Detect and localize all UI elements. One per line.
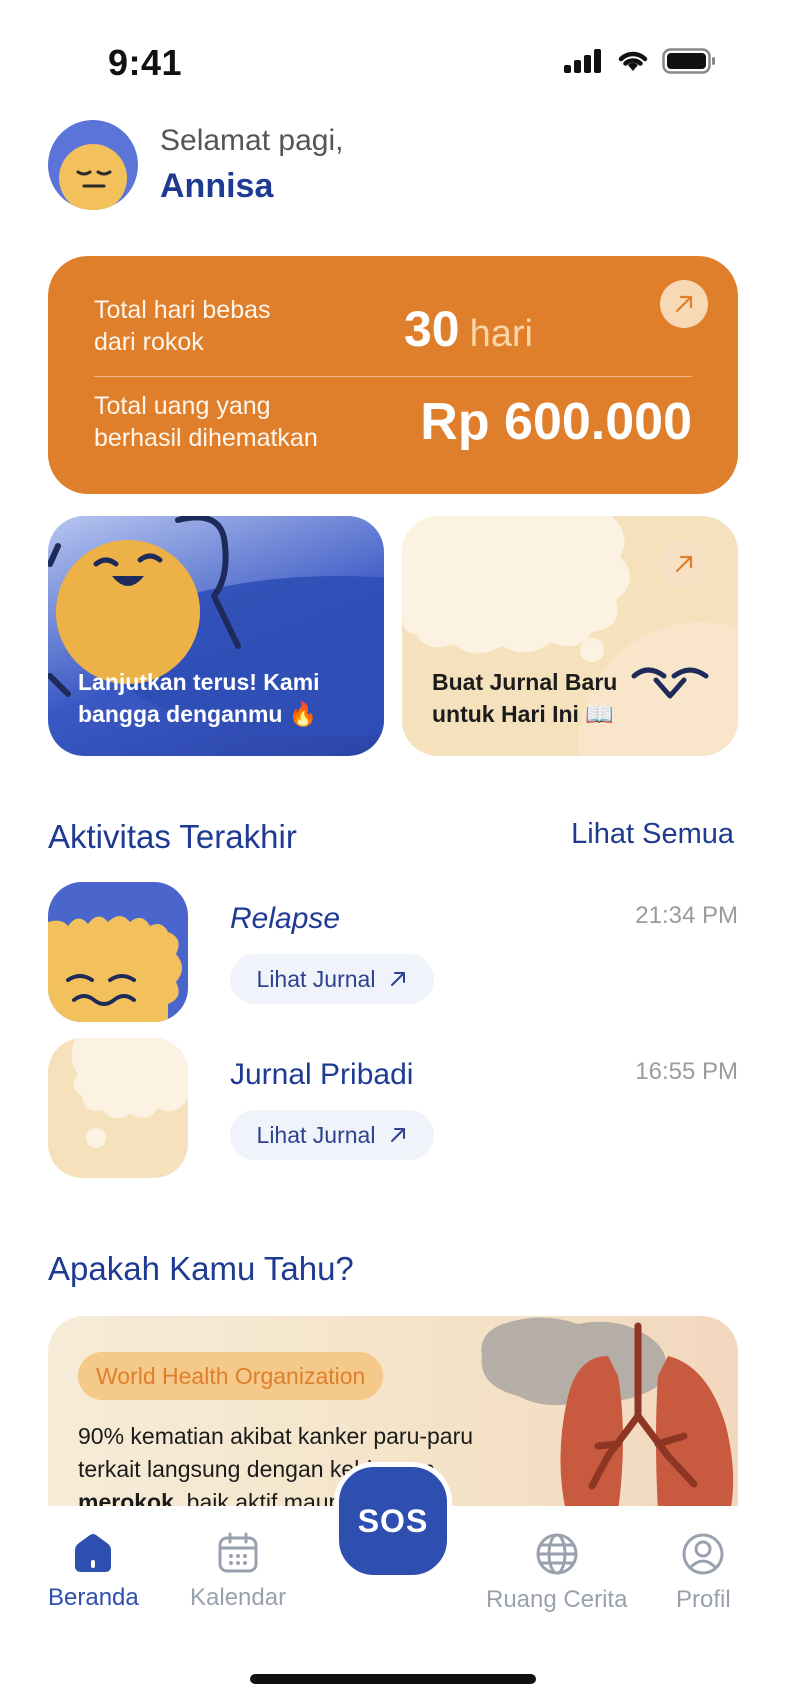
globe-icon bbox=[536, 1533, 578, 1575]
tab-kalendar[interactable]: Kalendar bbox=[190, 1532, 286, 1612]
activity-title: Jurnal Pribadi bbox=[230, 1058, 414, 1091]
status-time: 9:41 bbox=[108, 42, 183, 83]
fact-text: 90% kematian akibat kanker paru-paru ter… bbox=[78, 1420, 548, 1512]
activity-time: 21:34 PM bbox=[635, 902, 738, 929]
money-value: Rp 600.000 bbox=[420, 393, 692, 451]
signal-icon bbox=[564, 49, 601, 73]
motivation-text: Lanjutkan terus! Kami bangga denganmu 🔥 bbox=[78, 669, 320, 727]
days-value-group: 30 hari bbox=[404, 300, 533, 358]
new-journal-text: Buat Jurnal Baru untuk Hari Ini 📖 bbox=[432, 669, 618, 727]
home-icon bbox=[75, 1534, 112, 1572]
sad-face-icon bbox=[48, 916, 182, 1022]
sos-button[interactable]: SOS bbox=[334, 1462, 452, 1580]
arrow-up-right-icon bbox=[675, 555, 693, 573]
user-name: Annisa bbox=[160, 167, 274, 205]
relapse-thumbnail bbox=[48, 882, 188, 1022]
tab-ruang-cerita[interactable]: Ruang Cerita bbox=[486, 1532, 627, 1614]
days-unit: hari bbox=[469, 313, 533, 355]
avatar[interactable] bbox=[48, 120, 138, 210]
home-indicator bbox=[250, 1674, 536, 1684]
days-value: 30 bbox=[404, 301, 460, 357]
avatar-face-icon bbox=[59, 144, 127, 210]
money-label: Total uang yang berhasil dihematkan bbox=[94, 392, 318, 452]
view-journal-button[interactable]: Lihat Jurnal bbox=[230, 954, 434, 1004]
view-journal-button[interactable]: Lihat Jurnal bbox=[230, 1110, 434, 1160]
status-icons bbox=[564, 48, 716, 74]
arrow-up-right-icon bbox=[675, 295, 693, 313]
battery-icon bbox=[662, 48, 715, 74]
new-journal-tile[interactable]: Buat Jurnal Baru untuk Hari Ini 📖 bbox=[402, 516, 738, 756]
user-icon bbox=[682, 1533, 724, 1575]
activity-time: 16:55 PM bbox=[635, 1058, 738, 1085]
greeting: Selamat pagi, bbox=[160, 124, 344, 157]
source-badge: World Health Organization bbox=[78, 1352, 384, 1400]
journal-thumbnail bbox=[48, 1038, 188, 1178]
activity-section-title: Aktivitas Terakhir bbox=[48, 818, 297, 855]
motivation-tile[interactable]: Lanjutkan terus! Kami bangga denganmu 🔥 bbox=[48, 516, 384, 756]
stats-open-button[interactable] bbox=[660, 280, 708, 328]
thought-cloud-icon bbox=[71, 1038, 188, 1148]
fact-section-title: Apakah Kamu Tahu? bbox=[48, 1250, 354, 1287]
calendar-icon bbox=[218, 1532, 258, 1573]
days-label: Total hari bebas dari rokok bbox=[94, 296, 271, 356]
new-journal-open-button[interactable] bbox=[660, 540, 708, 588]
arrow-up-right-icon bbox=[391, 972, 406, 986]
tab-profil[interactable]: Profil bbox=[676, 1532, 731, 1614]
wifi-icon bbox=[618, 51, 648, 71]
see-all-link[interactable]: Lihat Semua bbox=[571, 818, 734, 851]
tab-beranda[interactable]: Beranda bbox=[48, 1532, 139, 1612]
activity-title: Relapse bbox=[230, 902, 341, 935]
stats-card[interactable]: Total hari bebas dari rokok 30 hari Tota… bbox=[48, 256, 738, 494]
arrow-up-right-icon bbox=[391, 1128, 406, 1142]
stats-divider bbox=[94, 376, 692, 377]
